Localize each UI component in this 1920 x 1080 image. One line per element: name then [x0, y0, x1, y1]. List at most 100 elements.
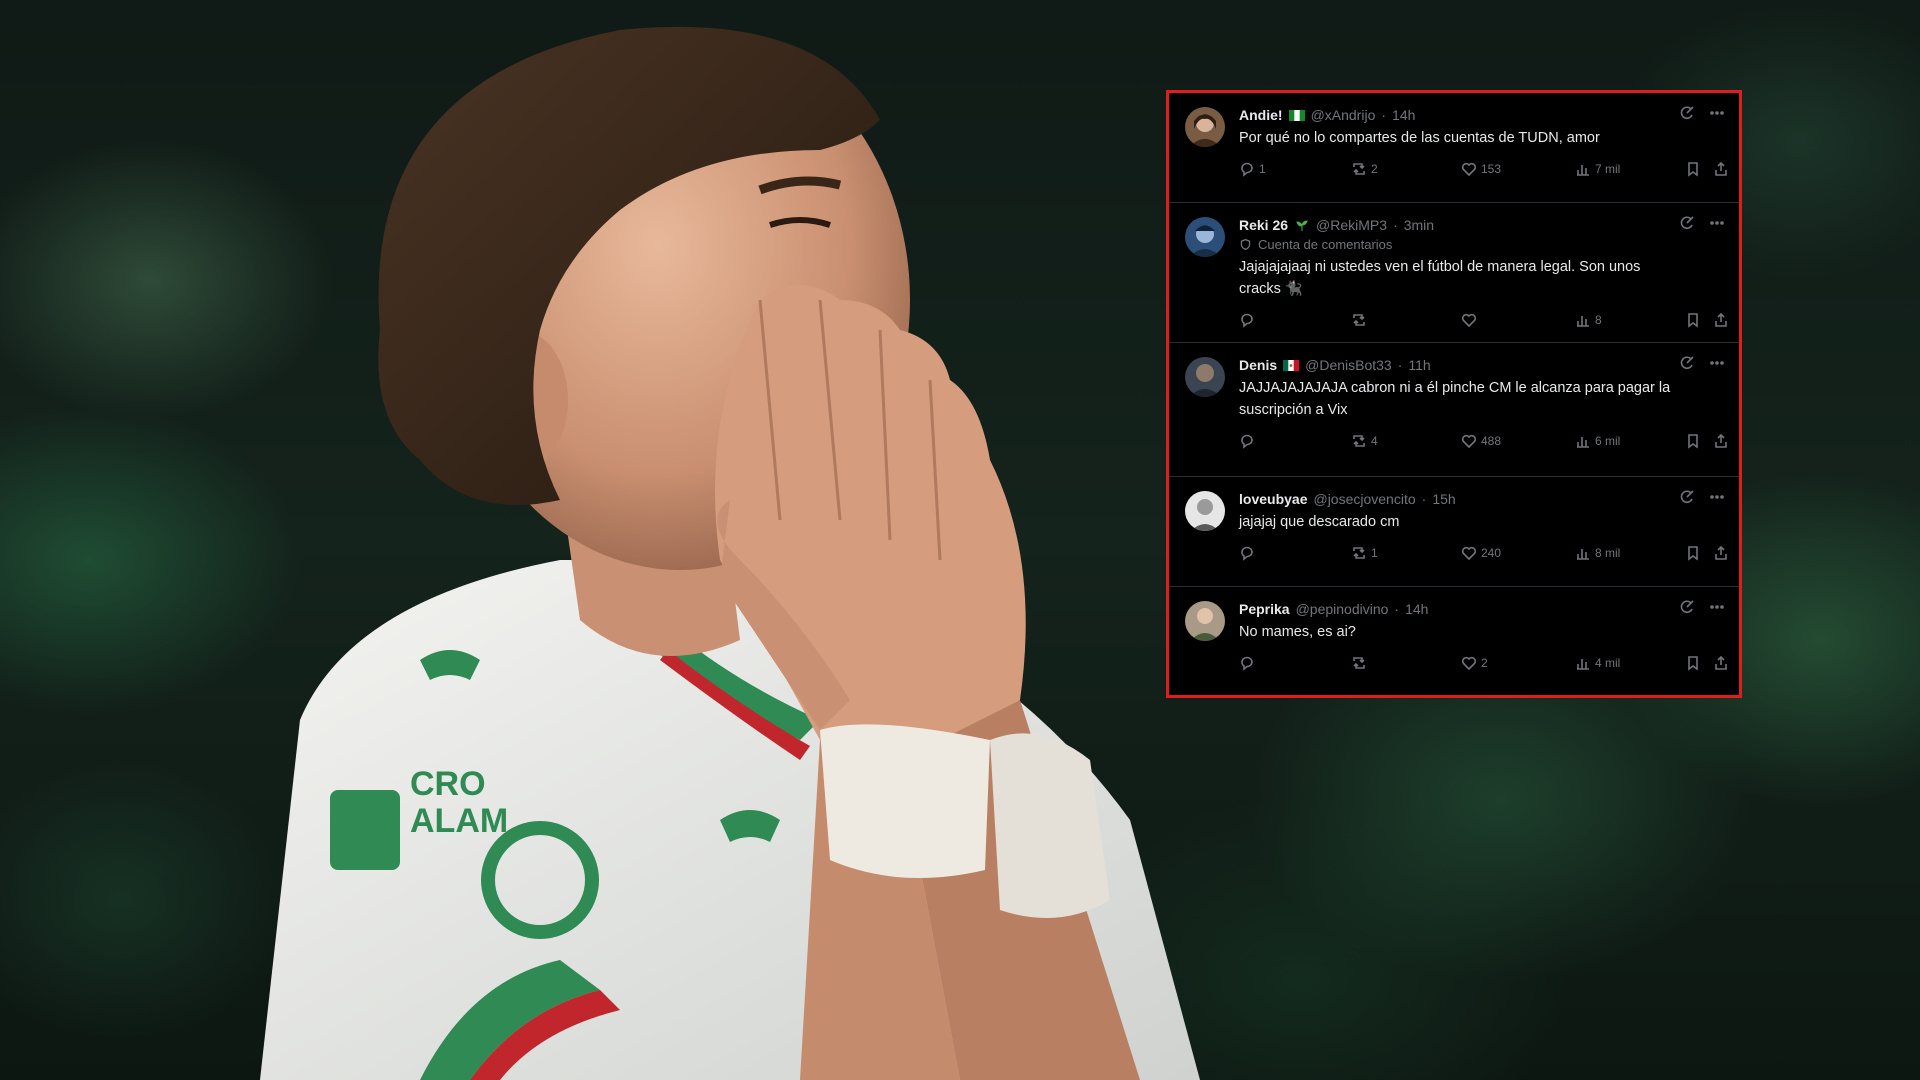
retweet-button[interactable]: 2	[1351, 161, 1378, 177]
tweet-item[interactable]: Peprika @pepinodivino · 14h No mames, es…	[1169, 587, 1739, 695]
display-name[interactable]: Denis	[1239, 357, 1277, 373]
avatar[interactable]	[1185, 491, 1225, 531]
display-name[interactable]: Peprika	[1239, 601, 1290, 617]
reply-icon	[1241, 313, 1253, 328]
user-handle[interactable]: @xAndrijo	[1311, 107, 1376, 123]
reply-icon	[1241, 162, 1253, 177]
views-button[interactable]: 6 mil	[1575, 433, 1620, 449]
svg-text:ALAM: ALAM	[410, 802, 508, 840]
views-button[interactable]: 4 mil	[1575, 655, 1620, 671]
tweet-item[interactable]: loveubyae @josecjovencito · 15h jajajaj …	[1169, 477, 1739, 587]
share-button[interactable]	[1713, 655, 1729, 671]
share-icon	[1715, 655, 1727, 670]
retweet-button[interactable]	[1351, 655, 1371, 671]
bookmark-icon	[1688, 434, 1698, 449]
share-button[interactable]	[1713, 433, 1729, 449]
bookmark-icon	[1688, 313, 1698, 328]
more-icon[interactable]	[1709, 599, 1725, 615]
grok-icon[interactable]	[1679, 355, 1695, 371]
user-handle[interactable]: @pepinodivino	[1296, 601, 1389, 617]
more-icon[interactable]	[1709, 355, 1725, 371]
reply-button[interactable]: 1	[1239, 161, 1266, 177]
tweet-item[interactable]: Reki 26 @RekiMP3 · 3min Cuenta de coment…	[1169, 203, 1739, 343]
bookmark-icon	[1688, 656, 1698, 671]
bookmark-button[interactable]	[1685, 545, 1701, 561]
tweet-text: jajajaj que descarado cm	[1239, 514, 1400, 530]
svg-text:CRO: CRO	[410, 765, 486, 803]
share-icon	[1715, 433, 1727, 448]
sprout-icon	[1296, 219, 1308, 231]
account-label: Cuenta de comentarios	[1258, 237, 1393, 252]
avatar[interactable]	[1185, 107, 1225, 147]
heart-icon	[1461, 162, 1477, 177]
like-button[interactable]: 488	[1461, 433, 1501, 449]
share-button[interactable]	[1713, 545, 1729, 561]
bookmark-button[interactable]	[1685, 655, 1701, 671]
retweet-icon	[1353, 657, 1365, 669]
heart-icon	[1461, 434, 1477, 449]
views-icon	[1577, 437, 1589, 448]
reply-button[interactable]	[1239, 545, 1259, 561]
views-icon	[1577, 659, 1589, 670]
more-icon[interactable]	[1709, 489, 1725, 505]
bookmark-icon	[1688, 546, 1698, 561]
more-icon[interactable]	[1709, 215, 1725, 231]
retweet-button[interactable]: 4	[1351, 433, 1378, 449]
avatar[interactable]	[1185, 601, 1225, 641]
reply-icon	[1241, 434, 1253, 449]
display-name[interactable]: Andie!	[1239, 107, 1283, 123]
grok-icon[interactable]	[1679, 215, 1695, 231]
user-handle[interactable]: @RekiMP3	[1316, 217, 1387, 233]
timestamp[interactable]: 14h	[1392, 107, 1415, 123]
bookmark-icon	[1688, 162, 1698, 177]
share-button[interactable]	[1713, 312, 1729, 328]
views-icon	[1577, 316, 1589, 327]
share-icon	[1715, 545, 1727, 560]
views-button[interactable]: 8 mil	[1575, 545, 1620, 561]
like-button[interactable]: 153	[1461, 161, 1501, 177]
retweet-button[interactable]	[1351, 312, 1371, 328]
timestamp[interactable]: 15h	[1432, 491, 1455, 507]
tweet-text: No mames, es ai?	[1239, 624, 1356, 640]
more-icon[interactable]	[1709, 105, 1725, 121]
retweet-icon	[1353, 163, 1365, 175]
user-handle[interactable]: @DenisBot33	[1305, 357, 1392, 373]
bookmark-button[interactable]	[1685, 161, 1701, 177]
tweet-text: JAJJAJAJAJAJA cabron ni a él pinche CM l…	[1239, 380, 1671, 418]
timestamp[interactable]: 11h	[1408, 357, 1430, 373]
views-button[interactable]: 8	[1575, 312, 1602, 328]
views-button[interactable]: 7 mil	[1575, 161, 1620, 177]
grok-icon[interactable]	[1679, 105, 1695, 121]
grok-icon[interactable]	[1679, 599, 1695, 615]
grok-icon[interactable]	[1679, 489, 1695, 505]
views-icon	[1577, 165, 1589, 176]
retweet-button[interactable]: 1	[1351, 545, 1378, 561]
bookmark-button[interactable]	[1685, 433, 1701, 449]
like-button[interactable]: 2	[1461, 655, 1488, 671]
user-handle[interactable]: @josecjovencito	[1313, 491, 1415, 507]
reply-button[interactable]	[1239, 433, 1259, 449]
retweet-icon	[1353, 435, 1365, 447]
avatar[interactable]	[1185, 357, 1225, 397]
reply-button[interactable]	[1239, 655, 1259, 671]
reply-button[interactable]	[1239, 312, 1259, 328]
display-name[interactable]: Reki 26	[1239, 217, 1288, 233]
retweet-icon	[1353, 314, 1365, 326]
avatar[interactable]	[1185, 217, 1225, 257]
tweet-item[interactable]: Denis @DenisBot33 · 11h JAJJAJAJAJAJA ca…	[1169, 343, 1739, 477]
views-icon	[1577, 549, 1589, 560]
reply-icon	[1241, 656, 1253, 671]
tweet-replies-panel: Andie! @xAndrijo · 14h Por qué no lo com…	[1166, 90, 1742, 698]
bookmark-button[interactable]	[1685, 312, 1701, 328]
like-button[interactable]: 240	[1461, 545, 1501, 561]
display-name[interactable]: loveubyae	[1239, 491, 1307, 507]
share-button[interactable]	[1713, 161, 1729, 177]
timestamp[interactable]: 3min	[1404, 217, 1434, 233]
tweet-text: Jajajajajaaj ni ustedes ven el fútbol de…	[1239, 259, 1641, 297]
share-icon	[1715, 312, 1727, 327]
flag-icon	[1288, 109, 1305, 121]
timestamp[interactable]: 14h	[1405, 601, 1428, 617]
like-button[interactable]	[1461, 312, 1481, 328]
tweet-item[interactable]: Andie! @xAndrijo · 14h Por qué no lo com…	[1169, 93, 1739, 203]
heart-icon	[1461, 313, 1477, 328]
